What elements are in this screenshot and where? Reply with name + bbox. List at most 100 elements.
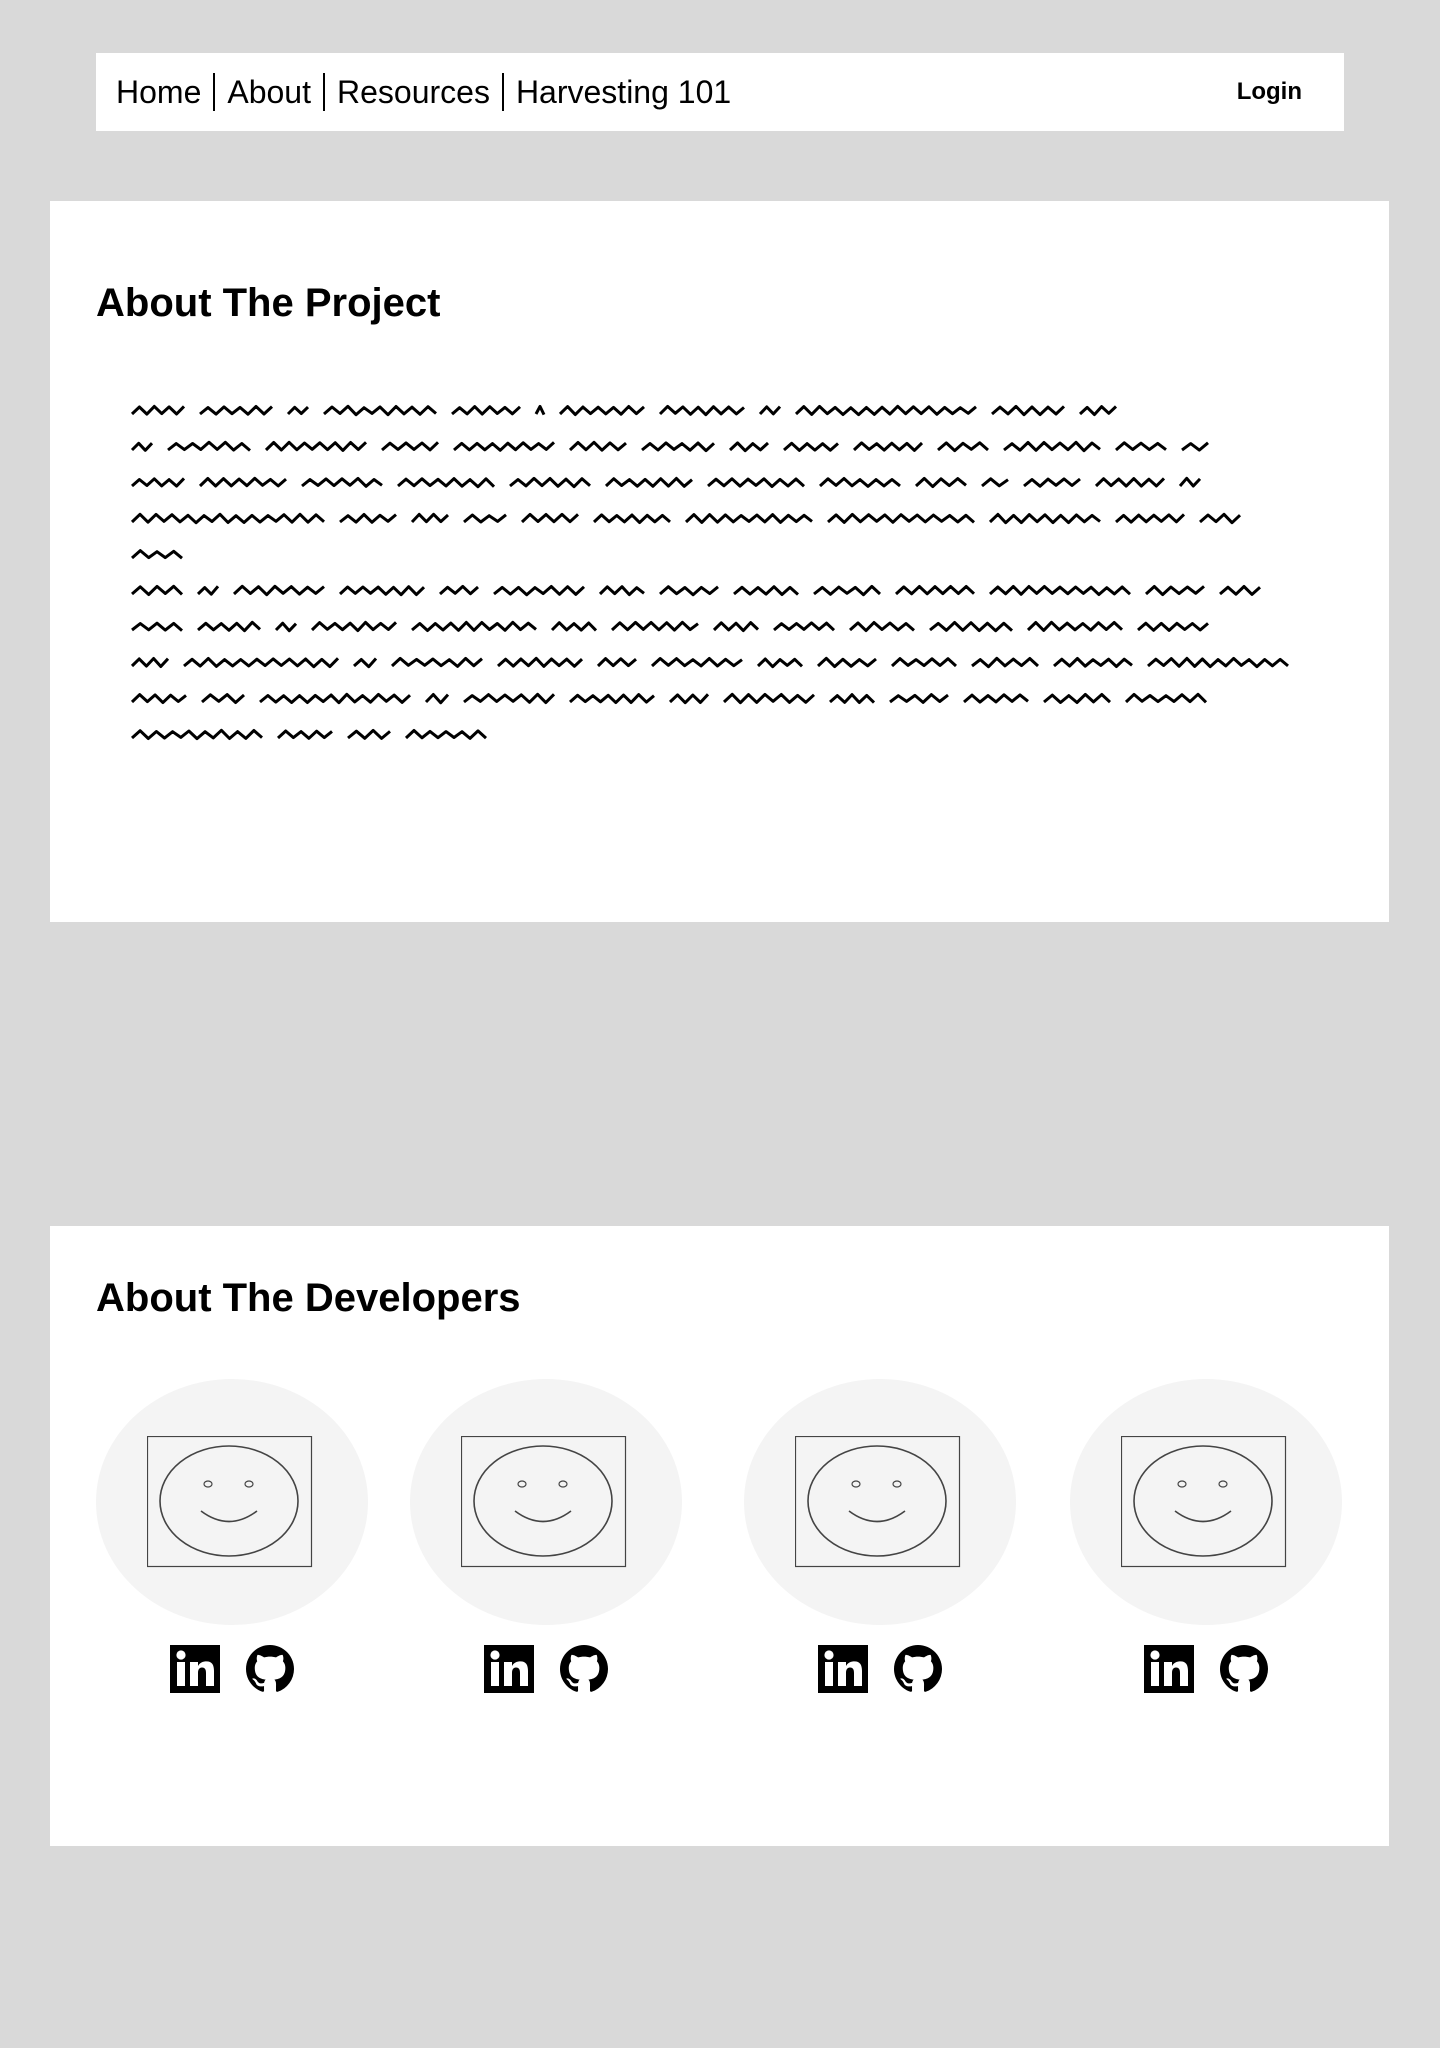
scribble-word — [198, 476, 287, 488]
scribble-word — [1003, 440, 1101, 453]
scribble-word — [783, 441, 839, 452]
developer-card — [744, 1379, 1016, 1693]
scribble-word — [1023, 477, 1081, 488]
nav-link-resources[interactable]: Resources — [325, 73, 502, 111]
scribble-word — [816, 656, 877, 669]
scribble-word — [1078, 405, 1118, 417]
github-icon[interactable] — [893, 1645, 943, 1693]
scribble-word — [988, 584, 1132, 596]
linkedin-icon[interactable] — [817, 1645, 868, 1693]
social-links — [96, 1645, 368, 1693]
linkedin-icon[interactable] — [169, 1645, 220, 1693]
login-link[interactable]: Login — [1237, 78, 1302, 106]
scribble-word — [604, 476, 693, 488]
scribble-word — [650, 657, 743, 668]
scribble-word — [130, 728, 263, 741]
scribble-word — [981, 477, 1009, 488]
scribble-word — [310, 620, 398, 633]
scribble-word — [390, 656, 483, 668]
scribble-word — [509, 476, 591, 489]
scribble-word — [1147, 656, 1289, 669]
smiley-portrait-icon — [1121, 1436, 1287, 1568]
scribble-word — [347, 728, 391, 740]
avatar — [744, 1379, 1016, 1625]
scribble-word — [722, 692, 816, 705]
scribble-word — [232, 584, 325, 597]
scribble-word — [937, 441, 989, 453]
scribble-word — [339, 513, 397, 524]
scribble-word — [381, 441, 440, 452]
scribble-word — [712, 621, 760, 633]
nav-link-home[interactable]: Home — [116, 73, 213, 111]
scribble-word — [201, 693, 245, 704]
scribble-word — [1137, 621, 1209, 632]
nav-links: Home About Resources Harvesting 101 — [116, 73, 743, 111]
scribble-word — [1026, 620, 1124, 632]
scribble-word — [1144, 585, 1205, 597]
scribble-word — [301, 476, 383, 488]
social-links — [1070, 1645, 1342, 1693]
scribble-word — [988, 512, 1101, 525]
scribble-word — [550, 621, 598, 632]
scribble-word — [397, 477, 496, 489]
avatar — [1070, 1379, 1342, 1625]
avatar — [96, 1379, 368, 1625]
github-icon[interactable] — [245, 1645, 295, 1693]
scribble-word — [818, 477, 901, 488]
scribble-word — [424, 693, 450, 705]
scribble-word — [439, 584, 479, 596]
scribble-word — [1178, 476, 1202, 488]
scribble-word — [963, 693, 1029, 704]
social-links — [744, 1645, 1016, 1693]
linkedin-icon[interactable] — [483, 1645, 534, 1693]
scribble-word — [641, 441, 716, 453]
scribble-word — [658, 404, 745, 417]
scribble-word — [1053, 657, 1133, 668]
scribble-word — [276, 729, 333, 740]
scribble-word — [773, 621, 836, 632]
scribble-word — [684, 513, 813, 524]
smiley-portrait-icon — [461, 1436, 627, 1568]
scribble-word — [264, 440, 368, 452]
scribble-word — [758, 405, 782, 416]
scribble-word — [707, 477, 806, 488]
scribble-word — [183, 656, 340, 669]
scribble-word — [568, 440, 627, 452]
scribble-word — [520, 512, 580, 524]
scribble-word — [1219, 585, 1261, 596]
scribble-word — [1199, 512, 1242, 525]
scribble-word — [338, 585, 426, 597]
scribble-word — [971, 656, 1040, 669]
scribble-word — [558, 405, 645, 417]
scribble-word — [668, 693, 710, 705]
scribble-word — [849, 621, 915, 633]
social-links — [410, 1645, 682, 1693]
scribble-word — [1124, 692, 1208, 704]
about-project-title: About The Project — [96, 281, 441, 325]
github-icon[interactable] — [559, 1645, 609, 1693]
scribble-word — [596, 657, 637, 668]
scribble-word — [131, 549, 183, 560]
scribble-word — [410, 512, 450, 524]
scribble-word — [451, 405, 522, 416]
github-icon[interactable] — [1219, 1645, 1269, 1693]
about-developers-title: About The Developers — [96, 1276, 521, 1320]
nav-link-harvesting-101[interactable]: Harvesting 101 — [504, 73, 743, 111]
developer-card — [96, 1379, 368, 1693]
scribble-word — [130, 657, 170, 668]
scribble-word — [756, 657, 804, 669]
scribble-word — [1043, 692, 1112, 704]
scribble-word — [493, 585, 586, 597]
scribble-word — [131, 477, 186, 488]
scribble-word — [890, 657, 958, 668]
nav-link-about[interactable]: About — [215, 73, 323, 111]
avatar — [410, 1379, 682, 1625]
scribble-word — [131, 621, 183, 632]
top-navbar: Home About Resources Harvesting 101 Logi… — [96, 53, 1344, 131]
scribble-word — [598, 585, 645, 597]
scribble-word — [496, 656, 584, 668]
scribble-word — [1115, 441, 1167, 452]
scribble-word — [196, 585, 220, 596]
scribble-word — [463, 692, 556, 705]
linkedin-icon[interactable] — [1143, 1645, 1194, 1693]
